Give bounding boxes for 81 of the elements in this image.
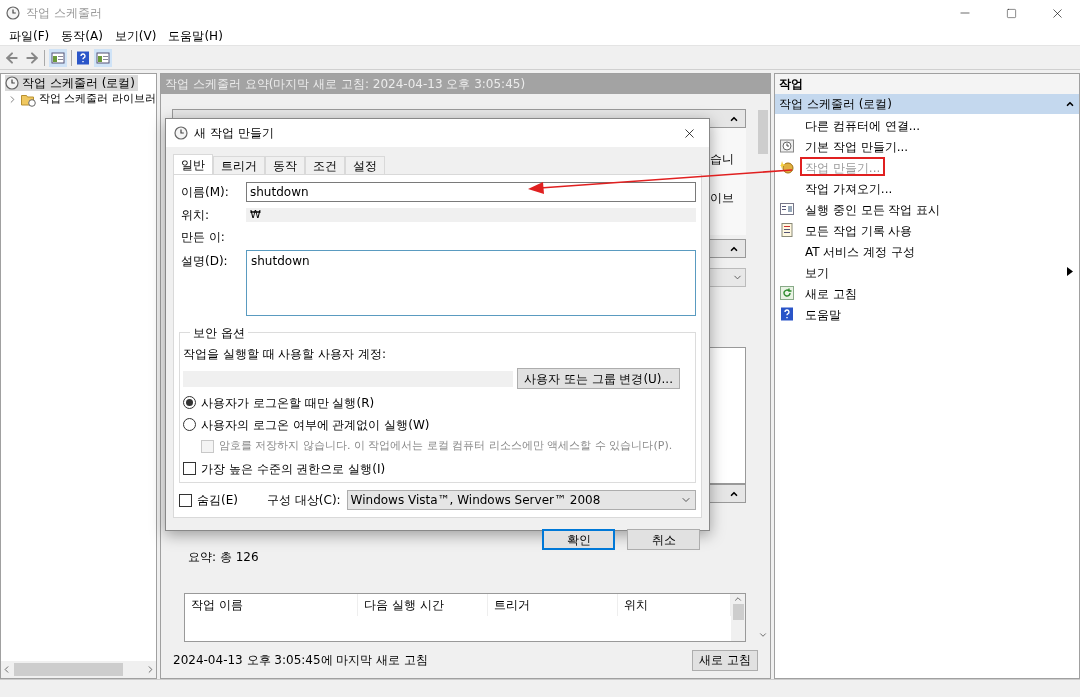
help-icon xyxy=(780,306,794,321)
field-label: 이름(M): xyxy=(180,183,230,201)
checkbox[interactable] xyxy=(183,462,196,475)
action-group-header[interactable]: 작업 스케줄러 (로컬) xyxy=(775,94,1079,114)
refresh-button[interactable]: 새로 고침 xyxy=(692,649,758,671)
back-icon[interactable] xyxy=(4,49,20,66)
menu-item[interactable]: 보기(V) xyxy=(109,26,162,45)
action-item[interactable]: 도움말 xyxy=(800,304,846,323)
console-tree-icon[interactable] xyxy=(49,48,67,67)
action-pane-icon[interactable] xyxy=(94,48,112,67)
vertical-scrollbar[interactable] xyxy=(731,594,745,641)
field-label: 구성 대상(C): xyxy=(267,492,341,509)
field-label: 만든 이: xyxy=(180,229,226,246)
field-label: 위치: xyxy=(180,207,211,224)
scroll-up-icon[interactable] xyxy=(733,594,743,604)
description-field[interactable]: shutdown xyxy=(246,250,696,316)
forward-icon[interactable] xyxy=(24,49,40,66)
ok-button[interactable]: 확인 xyxy=(542,529,615,550)
menu-item[interactable]: 도움말(H) xyxy=(163,26,228,45)
tab[interactable]: 설정 xyxy=(345,156,385,174)
dialog-title: 새 작업 만들기 xyxy=(194,125,274,142)
app-icon xyxy=(6,6,20,20)
action-item[interactable]: AT 서비스 계정 구성 xyxy=(800,241,921,260)
help-icon[interactable] xyxy=(76,50,90,65)
action-item[interactable]: 실행 중인 모든 작업 표시 xyxy=(800,199,946,218)
horizontal-scrollbar[interactable] xyxy=(1,661,156,678)
clock-icon xyxy=(5,76,19,90)
action-item[interactable]: 모든 작업 기록 사용 xyxy=(800,220,918,239)
tree-item[interactable]: 작업 스케줄러 (로컬) xyxy=(5,75,138,91)
tab[interactable]: 동작 xyxy=(265,156,305,174)
overview-text: 이브 xyxy=(710,190,734,207)
task-list-icon xyxy=(780,201,794,216)
action-group-title: 작업 스케줄러 (로컬) xyxy=(779,96,892,113)
radio-button[interactable] xyxy=(183,418,196,431)
scroll-thumb[interactable] xyxy=(732,604,744,620)
checkbox-label: 가장 높은 수준의 권한으로 실행(I) xyxy=(201,460,386,478)
maximize-icon xyxy=(1005,7,1017,19)
clock-wizard-icon xyxy=(780,138,794,153)
radio-label: 사용자의 로그온 여부에 관계없이 실행(W) xyxy=(201,416,430,434)
radio-label: 사용자가 로그온할 때만 실행(R) xyxy=(201,394,375,412)
configure-dropdown[interactable]: Windows Vista™, Windows Server™ 2008 xyxy=(346,490,696,510)
tab[interactable]: 일반 xyxy=(173,154,213,174)
column-header[interactable]: 다음 실행 시간 xyxy=(358,594,488,616)
new-task-icon xyxy=(780,159,794,174)
field-label: 설명(D): xyxy=(180,253,229,270)
refresh-icon xyxy=(780,285,794,300)
action-item[interactable]: 작업 가져오기... xyxy=(800,178,898,197)
submenu-arrow-icon xyxy=(1067,267,1073,276)
cancel-button[interactable]: 취소 xyxy=(627,529,700,550)
scroll-thumb[interactable] xyxy=(758,110,768,154)
scroll-down-icon[interactable] xyxy=(758,630,768,640)
actions-header: 작업 xyxy=(775,74,1079,94)
checkbox-label: 숨김(E) xyxy=(197,492,239,509)
radio-button[interactable] xyxy=(183,396,196,409)
folder-clock-icon xyxy=(21,92,36,107)
change-user-button[interactable]: 사용자 또는 그룹 변경(U)... xyxy=(516,368,680,389)
refresh-status: 2024-04-13 오후 3:05:45에 마지막 새로 고침 xyxy=(173,652,429,669)
tree-item[interactable]: 작업 스케줄러 라이브러 xyxy=(39,91,156,108)
action-item[interactable]: 새로 고침 xyxy=(800,283,862,302)
location-value: ₩ xyxy=(246,208,696,222)
name-field[interactable]: shutdown xyxy=(246,181,696,202)
menu-item[interactable]: 동작(A) xyxy=(56,26,108,45)
checkbox[interactable] xyxy=(179,493,192,507)
overview-text: 습니 xyxy=(710,151,734,168)
summary-total: 요약: 총 126 xyxy=(188,549,260,566)
action-item[interactable]: 기본 작업 만들기... xyxy=(800,136,914,155)
scroll-thumb[interactable] xyxy=(14,663,123,676)
action-item[interactable]: 다른 컴퓨터에 연결... xyxy=(800,115,926,134)
checkbox-label: 암호를 저장하지 않습니다. 이 작업에서는 로컬 컴퓨터 리소스에만 액세스할 수 있습니다(P). xyxy=(219,438,673,455)
history-icon xyxy=(780,222,794,237)
tab[interactable]: 조건 xyxy=(305,156,345,174)
window-title: 작업 스케줄러 xyxy=(26,5,102,22)
action-item[interactable]: 보기 xyxy=(800,262,834,281)
clock-icon xyxy=(174,126,188,140)
account-label: 작업을 실행할 때 사용할 사용자 계정: xyxy=(183,346,388,363)
panel-header: 작업 스케줄러 요약(마지막 새로 고침: 2024-04-13 오후 3:05:45) xyxy=(161,74,770,94)
menu-item[interactable]: 파일(F) xyxy=(4,26,55,45)
column-header[interactable]: 트리거 xyxy=(488,594,618,616)
collapse-icon[interactable] xyxy=(1065,99,1075,109)
tab[interactable]: 트리거 xyxy=(213,156,265,174)
column-header[interactable]: 작업 이름 xyxy=(185,594,358,616)
